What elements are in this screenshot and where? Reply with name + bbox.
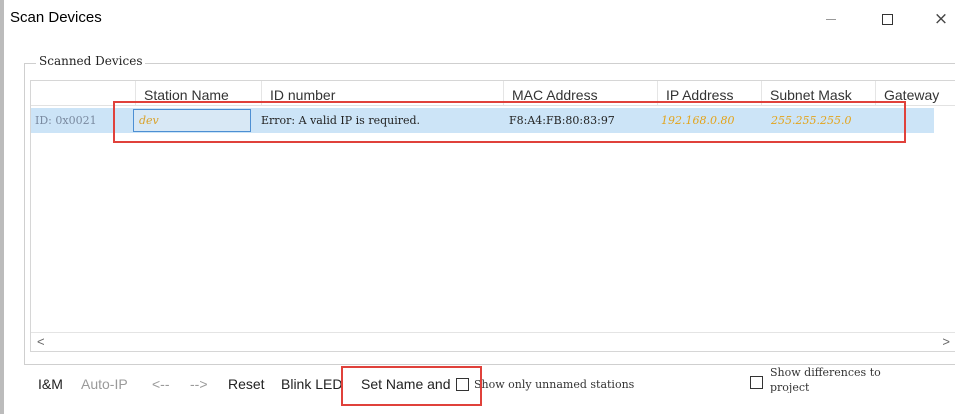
scroll-left-icon[interactable]: < bbox=[37, 333, 45, 351]
window-title: Scan Devices bbox=[10, 9, 102, 26]
auto-ip-button[interactable]: Auto-IP bbox=[81, 376, 128, 392]
scroll-right-icon[interactable]: > bbox=[942, 333, 950, 351]
show-differences-checkbox[interactable] bbox=[750, 376, 763, 389]
maximize-button[interactable] bbox=[864, 0, 910, 38]
show-differences-label-line1: Show differences to bbox=[770, 366, 881, 379]
im-button[interactable]: I&M bbox=[38, 376, 63, 392]
title-bar: Scan Devices × bbox=[4, 0, 955, 38]
horizontal-scrollbar[interactable]: < > bbox=[31, 332, 955, 351]
group-title: Scanned Devices bbox=[36, 54, 146, 68]
blink-led-button[interactable]: Blink LED bbox=[281, 376, 342, 392]
annotation-highlight-row bbox=[113, 101, 906, 143]
reset-button[interactable]: Reset bbox=[228, 376, 265, 392]
annotation-highlight-button bbox=[341, 366, 482, 406]
minimize-button[interactable] bbox=[808, 0, 854, 38]
previous-button[interactable]: <-- bbox=[152, 376, 170, 392]
show-unnamed-label: Show only unnamed stations bbox=[474, 378, 635, 391]
close-icon: × bbox=[933, 9, 949, 29]
show-differences-label-line2: project bbox=[770, 381, 810, 393]
minimize-icon bbox=[826, 18, 836, 20]
maximize-icon bbox=[881, 13, 893, 25]
window-left-border bbox=[0, 0, 4, 414]
next-button[interactable]: --> bbox=[190, 376, 208, 392]
close-button[interactable]: × bbox=[918, 0, 955, 38]
